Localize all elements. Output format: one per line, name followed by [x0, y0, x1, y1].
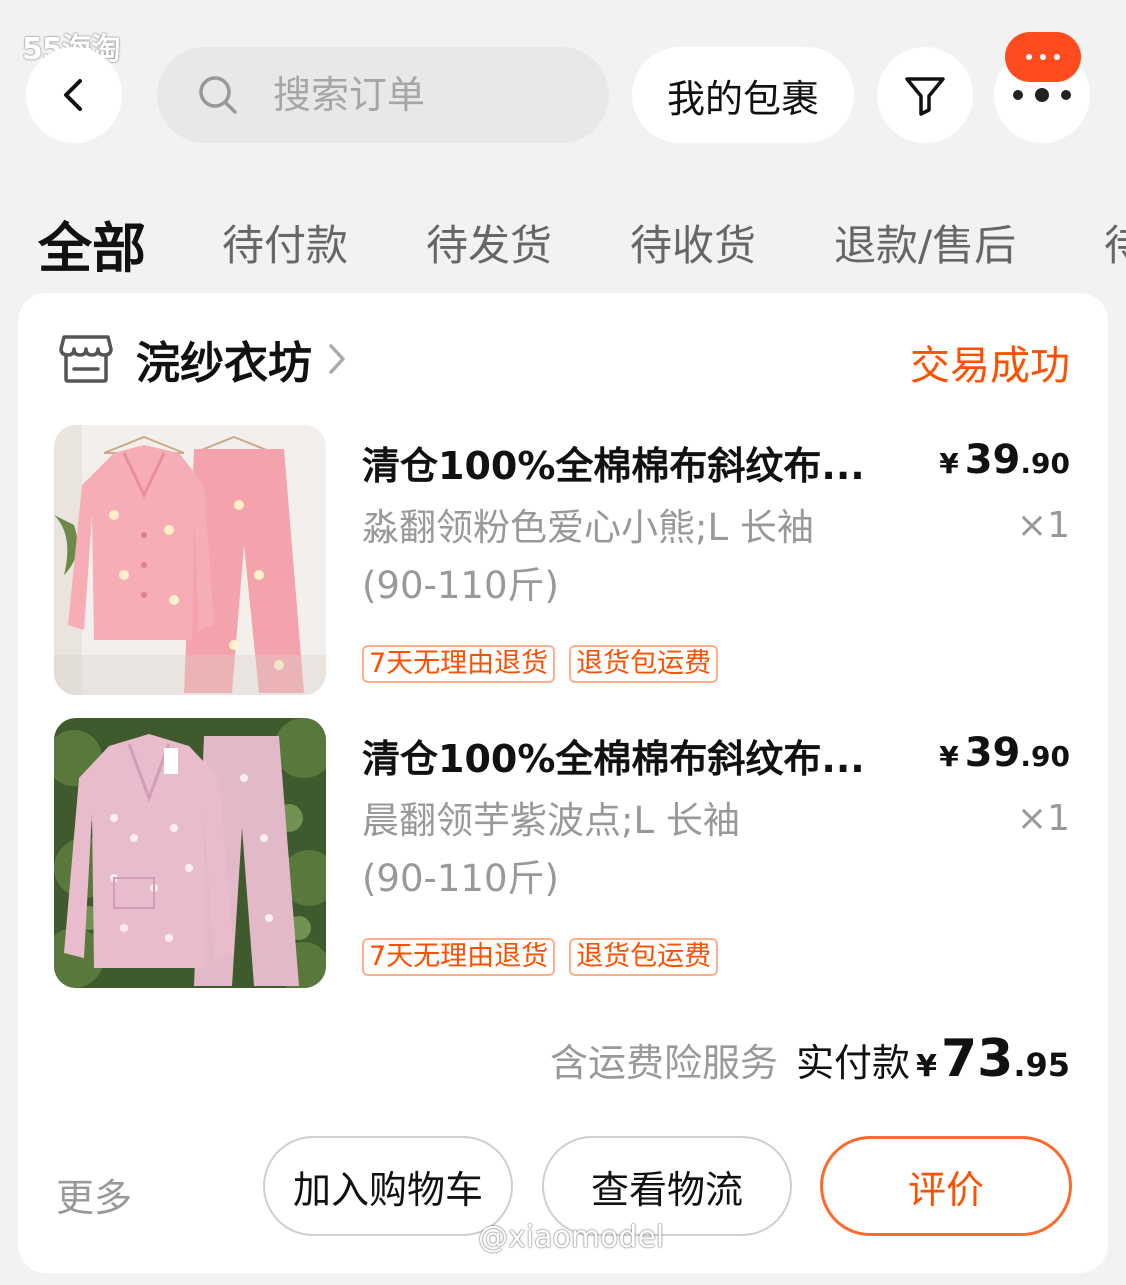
- tag-7day-return: 7天无理由退货: [362, 645, 556, 683]
- order-tabs: 全部 待付款 待发货 待收货 退款/售后 待: [0, 200, 1126, 280]
- product-title[interactable]: 清仓100%全棉棉布斜纹布...: [362, 728, 922, 783]
- tab-pending-review[interactable]: 待: [1104, 212, 1126, 273]
- product-image[interactable]: [54, 425, 326, 695]
- total-amount-int: 73: [940, 1029, 1014, 1089]
- shop-name[interactable]: 浣纱衣坊: [136, 327, 312, 391]
- order-card: 浣纱衣坊 交易成功 清仓100%全棉棉布斜纹布... ¥ 39.90 淼翻领粉色…: [18, 293, 1108, 1273]
- back-button[interactable]: [26, 47, 122, 143]
- search-icon: [199, 76, 237, 114]
- order-item[interactable]: 清仓100%全棉棉布斜纹布... ¥39.90 晨翻领芋紫波点;L 长袖 (90…: [54, 718, 1070, 990]
- product-title[interactable]: 清仓100%全棉棉布斜纹布...: [362, 435, 922, 490]
- message-badge-icon[interactable]: [1005, 32, 1081, 82]
- chevron-left-icon: [64, 79, 82, 111]
- product-image[interactable]: [54, 718, 326, 988]
- sku-line-1: 晨翻领芋紫波点;L 长袖: [362, 799, 740, 842]
- tag-7day-return: 7天无理由退货: [362, 938, 556, 976]
- more-actions-link[interactable]: 更多: [56, 1167, 132, 1222]
- product-quantity: ×1: [1016, 798, 1070, 839]
- search-bar[interactable]: [157, 47, 609, 143]
- review-button[interactable]: 评价: [820, 1136, 1072, 1236]
- total-amount-dec: .95: [1013, 1046, 1070, 1084]
- sku-line-2: (90-110斤): [362, 857, 559, 900]
- tab-all[interactable]: 全部: [38, 204, 146, 280]
- tag-return-shipping: 退货包运费: [569, 938, 719, 976]
- order-total: 含运费险服务 实付款 ¥73.95: [550, 1029, 1070, 1089]
- search-input[interactable]: [271, 72, 575, 118]
- total-currency: ¥: [916, 1049, 937, 1084]
- add-to-cart-button[interactable]: 加入购物车: [263, 1136, 513, 1236]
- product-price: ¥39.90: [939, 437, 1070, 483]
- sku-line-1: 淼翻领粉色爱心小熊;L 长袖: [362, 506, 814, 549]
- filter-icon: [905, 77, 945, 116]
- total-label: 实付款: [796, 1041, 911, 1085]
- sku-line-2: (90-110斤): [362, 564, 559, 607]
- product-sku: 淼翻领粉色爱心小熊;L 长袖 (90-110斤): [362, 499, 922, 615]
- tab-refund-aftersale[interactable]: 退款/售后: [834, 212, 1016, 273]
- tag-return-shipping: 退货包运费: [569, 645, 719, 683]
- my-parcels-button[interactable]: 我的包裹: [632, 47, 854, 143]
- product-quantity: ×1: [1016, 505, 1070, 546]
- order-status: 交易成功: [910, 343, 1070, 389]
- store-icon: [59, 335, 113, 383]
- order-item[interactable]: 清仓100%全棉棉布斜纹布... ¥39.90 淼翻领粉色爱心小熊;L 长袖 (…: [54, 425, 1070, 697]
- tab-pending-receipt[interactable]: 待收货: [630, 212, 756, 273]
- watermark-text: @xiaomodel: [478, 1220, 665, 1255]
- shipping-insurance-note: 含运费险服务: [550, 1041, 779, 1085]
- service-tags: 7天无理由退货 退货包运费: [362, 645, 719, 683]
- product-sku: 晨翻领芋紫波点;L 长袖 (90-110斤): [362, 792, 922, 908]
- chevron-right-icon: [329, 344, 345, 374]
- shop-link[interactable]: 浣纱衣坊: [58, 327, 348, 391]
- service-tags: 7天无理由退货 退货包运费: [362, 938, 719, 976]
- tab-pending-payment[interactable]: 待付款: [222, 212, 348, 273]
- more-dots-icon: [1013, 88, 1071, 102]
- product-price: ¥39.90: [939, 730, 1070, 776]
- tab-pending-shipment[interactable]: 待发货: [426, 212, 552, 273]
- filter-button[interactable]: [877, 47, 973, 143]
